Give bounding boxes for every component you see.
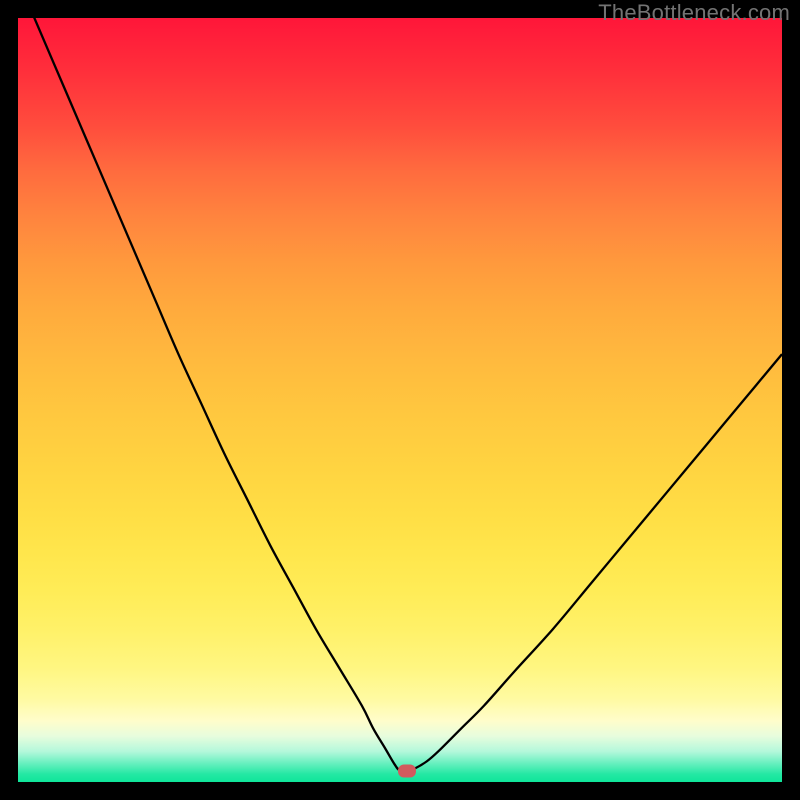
plot-area — [18, 18, 782, 782]
bottleneck-curve — [18, 18, 782, 771]
chart-stage: TheBottleneck.com — [0, 0, 800, 800]
curve-svg — [18, 18, 782, 782]
watermark-text: TheBottleneck.com — [598, 0, 790, 26]
optimum-marker — [398, 764, 416, 777]
